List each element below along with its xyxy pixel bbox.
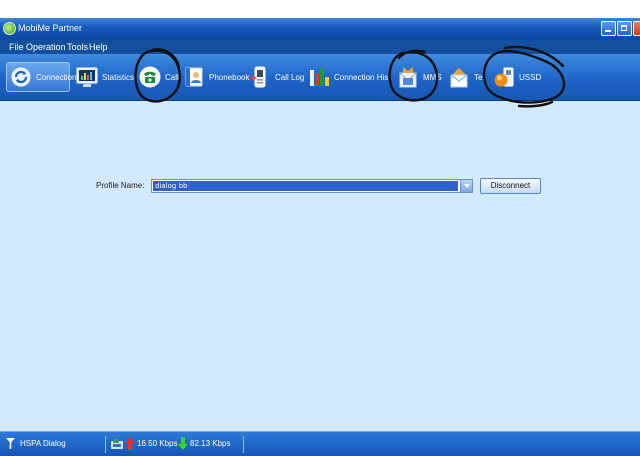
toolbar-phonebook[interactable]: Phonebook [183, 62, 249, 92]
status-divider [243, 436, 244, 453]
call-log-icon [249, 66, 271, 88]
chevron-down-icon[interactable] [460, 180, 472, 192]
toolbar-ussd-label: USSD [519, 72, 542, 82]
minimize-button[interactable] [601, 21, 616, 36]
upload-speed: 16.50 Kbps [137, 439, 178, 448]
modem-icon [111, 439, 123, 449]
phonebook-icon [183, 66, 205, 88]
disconnect-button[interactable]: Disconnect [480, 178, 541, 194]
bar-chart-icon [308, 66, 330, 88]
toolbar: Connection Statistics Call Phonebook Cal… [0, 54, 640, 101]
upload-arrow-icon [125, 437, 135, 450]
menu-file[interactable]: File [9, 42, 24, 52]
close-button[interactable] [633, 21, 640, 36]
toolbar-text[interactable]: Text [448, 62, 484, 92]
download-speed: 82.13 Kbps [190, 439, 231, 448]
profile-name-label: Profile Name: [96, 181, 145, 190]
window-title: MobiMe Partner [18, 23, 83, 33]
status-divider [105, 436, 106, 453]
phone-icon [139, 66, 161, 88]
mms-icon [397, 66, 419, 88]
profile-name-select[interactable]: dialog bb [151, 179, 473, 193]
statistics-icon [76, 66, 98, 88]
workspace: Profile Name: dialog bb Disconnect [0, 101, 640, 431]
menu-operation[interactable]: Operation [26, 42, 66, 52]
toolbar-mms[interactable]: MMS [397, 62, 442, 92]
toolbar-call-log[interactable]: Call Log [249, 62, 304, 92]
toolbar-statistics-label: Statistics [102, 72, 135, 82]
profile-name-value: dialog bb [153, 181, 458, 191]
app-logo-icon [3, 22, 16, 35]
ussd-icon [493, 66, 515, 88]
envelope-icon [448, 66, 470, 88]
toolbar-call[interactable]: Call [139, 62, 179, 92]
connection-icon [10, 66, 32, 88]
status-bar: HSPA Dialog 16.50 Kbps 82.13 Kbps [0, 431, 640, 456]
toolbar-connection[interactable]: Connection [6, 62, 76, 92]
toolbar-phonebook-label: Phonebook [209, 72, 250, 82]
toolbar-text-label: Text [474, 72, 484, 82]
title-bar[interactable]: MobiMe Partner [0, 18, 640, 40]
toolbar-call-log-label: Call Log [275, 72, 305, 82]
toolbar-ussd[interactable]: USSD [493, 62, 541, 92]
toolbar-connection-history[interactable]: Connection History [308, 62, 388, 92]
toolbar-statistics[interactable]: Statistics [76, 62, 134, 92]
maximize-button[interactable] [617, 21, 632, 36]
menu-tools[interactable]: Tools [67, 42, 88, 52]
menu-bar: File Operation Tools Help [0, 40, 640, 54]
download-arrow-icon [178, 437, 188, 450]
signal-icon [6, 438, 15, 449]
network-type: HSPA Dialog [20, 439, 66, 448]
toolbar-connection-label: Connection [36, 72, 77, 82]
toolbar-connection-history-label: Connection History [334, 72, 388, 82]
toolbar-mms-label: MMS [423, 72, 442, 82]
menu-help[interactable]: Help [89, 42, 108, 52]
app-window: MobiMe Partner File Operation Tools Help… [0, 18, 640, 456]
toolbar-call-label: Call [165, 72, 179, 82]
